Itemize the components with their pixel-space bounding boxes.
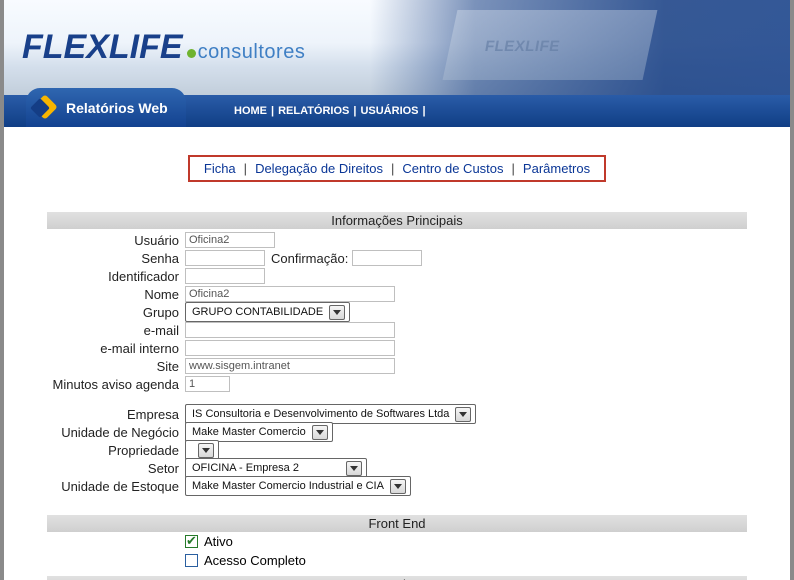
logo-dot-icon bbox=[187, 49, 196, 58]
label-empresa: Empresa bbox=[47, 407, 185, 422]
select-unidade-negocio-value: Make Master Comercio bbox=[192, 426, 306, 438]
label-acesso-completo: Acesso Completo bbox=[204, 553, 306, 568]
input-minutos[interactable] bbox=[185, 376, 230, 392]
input-confirmacao[interactable] bbox=[352, 250, 422, 266]
input-email-interno[interactable] bbox=[185, 340, 395, 356]
banner: FLEXLIFE FLEXLIFE consultores bbox=[4, 0, 790, 95]
logo-sub-text: consultores bbox=[198, 41, 306, 63]
section-informacoes-principais: Informações Principais bbox=[47, 212, 747, 229]
nav-link-relatorios[interactable]: RELATÓRIOS bbox=[278, 105, 349, 117]
nav-sep: | bbox=[271, 105, 274, 117]
section-front-end: Front End bbox=[47, 515, 747, 532]
nav-link-home[interactable]: HOME bbox=[234, 105, 267, 117]
select-propriedade[interactable] bbox=[185, 440, 219, 460]
chevron-down-icon bbox=[312, 425, 328, 440]
subtabs: Ficha | Delegação de Direitos | Centro d… bbox=[188, 155, 606, 182]
select-unidade-negocio[interactable]: Make Master Comercio bbox=[185, 422, 333, 442]
select-setor[interactable]: OFICINA - Empresa 2 bbox=[185, 458, 367, 478]
select-setor-value: OFICINA - Empresa 2 bbox=[192, 462, 299, 474]
subtab-centro-custos[interactable]: Centro de Custos bbox=[402, 161, 503, 176]
subtab-parametros[interactable]: Parâmetros bbox=[523, 161, 590, 176]
checkbox-acesso-completo[interactable] bbox=[185, 554, 198, 567]
input-site[interactable] bbox=[185, 358, 395, 374]
nav-links: HOME | RELATÓRIOS | USUÁRIOS | bbox=[234, 105, 426, 117]
checkbox-ativo[interactable] bbox=[185, 535, 198, 548]
select-empresa[interactable]: IS Consultoria e Desenvolvimento de Soft… bbox=[185, 404, 476, 424]
label-email-interno: e-mail interno bbox=[47, 341, 185, 356]
form-area: Informações Principais Usuário Senha Con… bbox=[47, 212, 747, 580]
label-email: e-mail bbox=[47, 323, 185, 338]
label-grupo: Grupo bbox=[47, 305, 185, 320]
label-minutos: Minutos aviso agenda bbox=[47, 377, 185, 392]
select-grupo[interactable]: GRUPO CONTABILIDADE bbox=[185, 302, 350, 322]
select-grupo-value: GRUPO CONTABILIDADE bbox=[192, 306, 323, 318]
chevron-down-icon bbox=[346, 461, 362, 476]
subtabs-wrap: Ficha | Delegação de Direitos | Centro d… bbox=[4, 155, 790, 182]
label-confirmacao: Confirmação: bbox=[271, 251, 348, 266]
label-site: Site bbox=[47, 359, 185, 374]
nav-current-tab: Relatórios Web bbox=[26, 88, 186, 127]
select-unidade-estoque[interactable]: Make Master Comercio Industrial e CIA bbox=[185, 476, 411, 496]
input-usuario[interactable] bbox=[185, 232, 275, 248]
subtab-delegacao[interactable]: Delegação de Direitos bbox=[255, 161, 383, 176]
label-usuario: Usuário bbox=[47, 233, 185, 248]
navbar: Relatórios Web HOME | RELATÓRIOS | USUÁR… bbox=[4, 95, 790, 127]
main-rows: Usuário Senha Confirmação: Identificador… bbox=[47, 231, 747, 495]
input-senha[interactable] bbox=[185, 250, 265, 266]
logo-main-text: FLEXLIFE bbox=[22, 28, 183, 66]
label-unidade-estoque: Unidade de Estoque bbox=[47, 479, 185, 494]
chevron-down-icon bbox=[455, 407, 471, 422]
label-ativo: Ativo bbox=[204, 534, 233, 549]
chevron-down-icon bbox=[390, 479, 406, 494]
label-identificador: Identificador bbox=[47, 269, 185, 284]
banner-art-label: FLEXLIFE bbox=[484, 38, 562, 55]
banner-art: FLEXLIFE bbox=[370, 0, 790, 95]
nav-sep: | bbox=[423, 105, 426, 117]
label-propriedade: Propriedade bbox=[47, 443, 185, 458]
section-web: Web bbox=[47, 576, 747, 580]
label-senha: Senha bbox=[47, 251, 185, 266]
chevron-down-icon bbox=[329, 305, 345, 320]
frontend-rows: Ativo Acesso Completo bbox=[47, 532, 747, 570]
nav-sep: | bbox=[353, 105, 356, 117]
select-unidade-estoque-value: Make Master Comercio Industrial e CIA bbox=[192, 480, 384, 492]
input-identificador[interactable] bbox=[185, 268, 265, 284]
label-nome: Nome bbox=[47, 287, 185, 302]
select-empresa-value: IS Consultoria e Desenvolvimento de Soft… bbox=[192, 408, 449, 420]
label-setor: Setor bbox=[47, 461, 185, 476]
input-email[interactable] bbox=[185, 322, 395, 338]
chevron-down-icon bbox=[198, 443, 214, 458]
input-nome[interactable] bbox=[185, 286, 395, 302]
nav-link-usuarios[interactable]: USUÁRIOS bbox=[360, 105, 418, 117]
app-window: FLEXLIFE FLEXLIFE consultores Relatórios … bbox=[0, 0, 794, 580]
logo: FLEXLIFE consultores bbox=[22, 28, 305, 67]
nav-tab-title: Relatórios Web bbox=[66, 100, 168, 116]
label-unidade-negocio: Unidade de Negócio bbox=[47, 425, 185, 440]
subtab-ficha[interactable]: Ficha bbox=[204, 161, 236, 176]
